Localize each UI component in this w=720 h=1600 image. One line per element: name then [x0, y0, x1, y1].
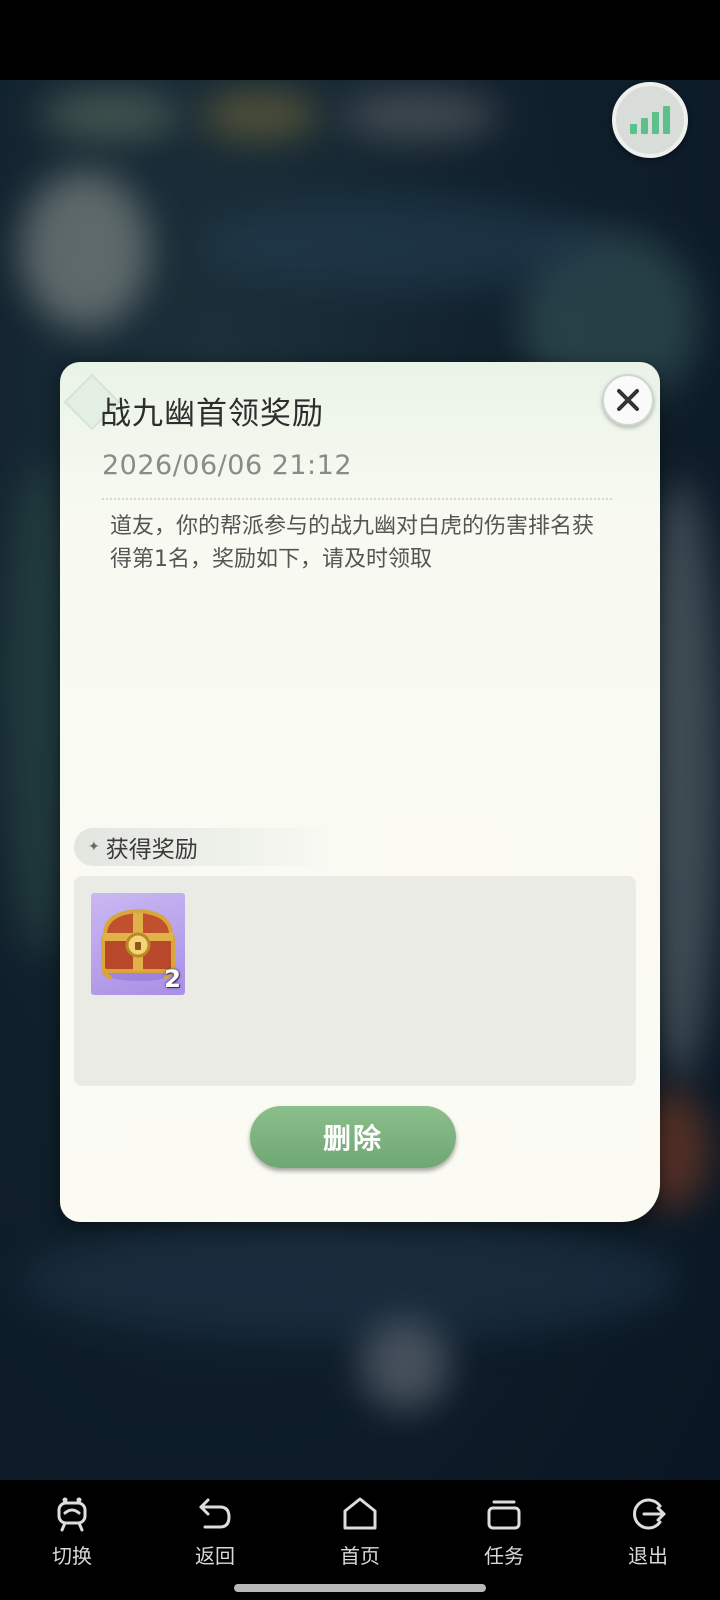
delete-button[interactable]: 删除: [250, 1106, 456, 1168]
nav-home[interactable]: 首页: [315, 1494, 405, 1569]
reward-item[interactable]: 2: [91, 893, 185, 995]
divider: [102, 498, 612, 500]
signal-bars-icon: [630, 106, 670, 134]
mail-dialog: 战九幽首领奖励 2026/06/06 21:12 道友，你的帮派参与的战九幽对白…: [60, 362, 660, 1222]
nav-tasks-label: 任务: [484, 1544, 524, 1568]
reward-section-header: ✦ 获得奖励: [74, 828, 334, 866]
home-icon: [343, 1497, 377, 1530]
home-indicator[interactable]: [234, 1584, 486, 1592]
nav-back[interactable]: 返回: [170, 1494, 260, 1569]
switch-icon: [57, 1497, 87, 1532]
back-icon: [199, 1498, 231, 1529]
nav-exit[interactable]: 退出: [603, 1494, 693, 1569]
reward-list: 2: [74, 876, 636, 1086]
nav-switch[interactable]: 切换: [27, 1494, 117, 1569]
nav-home-label: 首页: [340, 1544, 380, 1568]
reward-count: 2: [164, 965, 181, 993]
signal-button[interactable]: [612, 82, 688, 158]
mail-message: 道友，你的帮派参与的战九幽对白虎的伤害排名获得第1名，奖励如下，请及时领取: [110, 514, 595, 572]
nav-switch-label: 切换: [52, 1544, 92, 1568]
reward-section-title: 获得奖励: [105, 837, 198, 863]
tasks-icon: [487, 1500, 521, 1530]
close-button[interactable]: [602, 374, 654, 426]
nav-tasks[interactable]: 任务: [459, 1494, 549, 1569]
nav-exit-label: 退出: [628, 1544, 668, 1568]
mail-date: 2026/06/06 21:12: [102, 450, 353, 481]
dialog-title: 战九幽首领奖励: [100, 396, 324, 432]
close-icon: [617, 389, 639, 411]
nav-back-label: 返回: [195, 1544, 235, 1568]
delete-button-label: 删除: [322, 1122, 383, 1155]
exit-icon: [633, 1498, 666, 1530]
sparkle-icon: ✦: [88, 839, 100, 855]
bottom-navigation: 切换 返回 首页 任务 退出: [0, 1480, 720, 1600]
